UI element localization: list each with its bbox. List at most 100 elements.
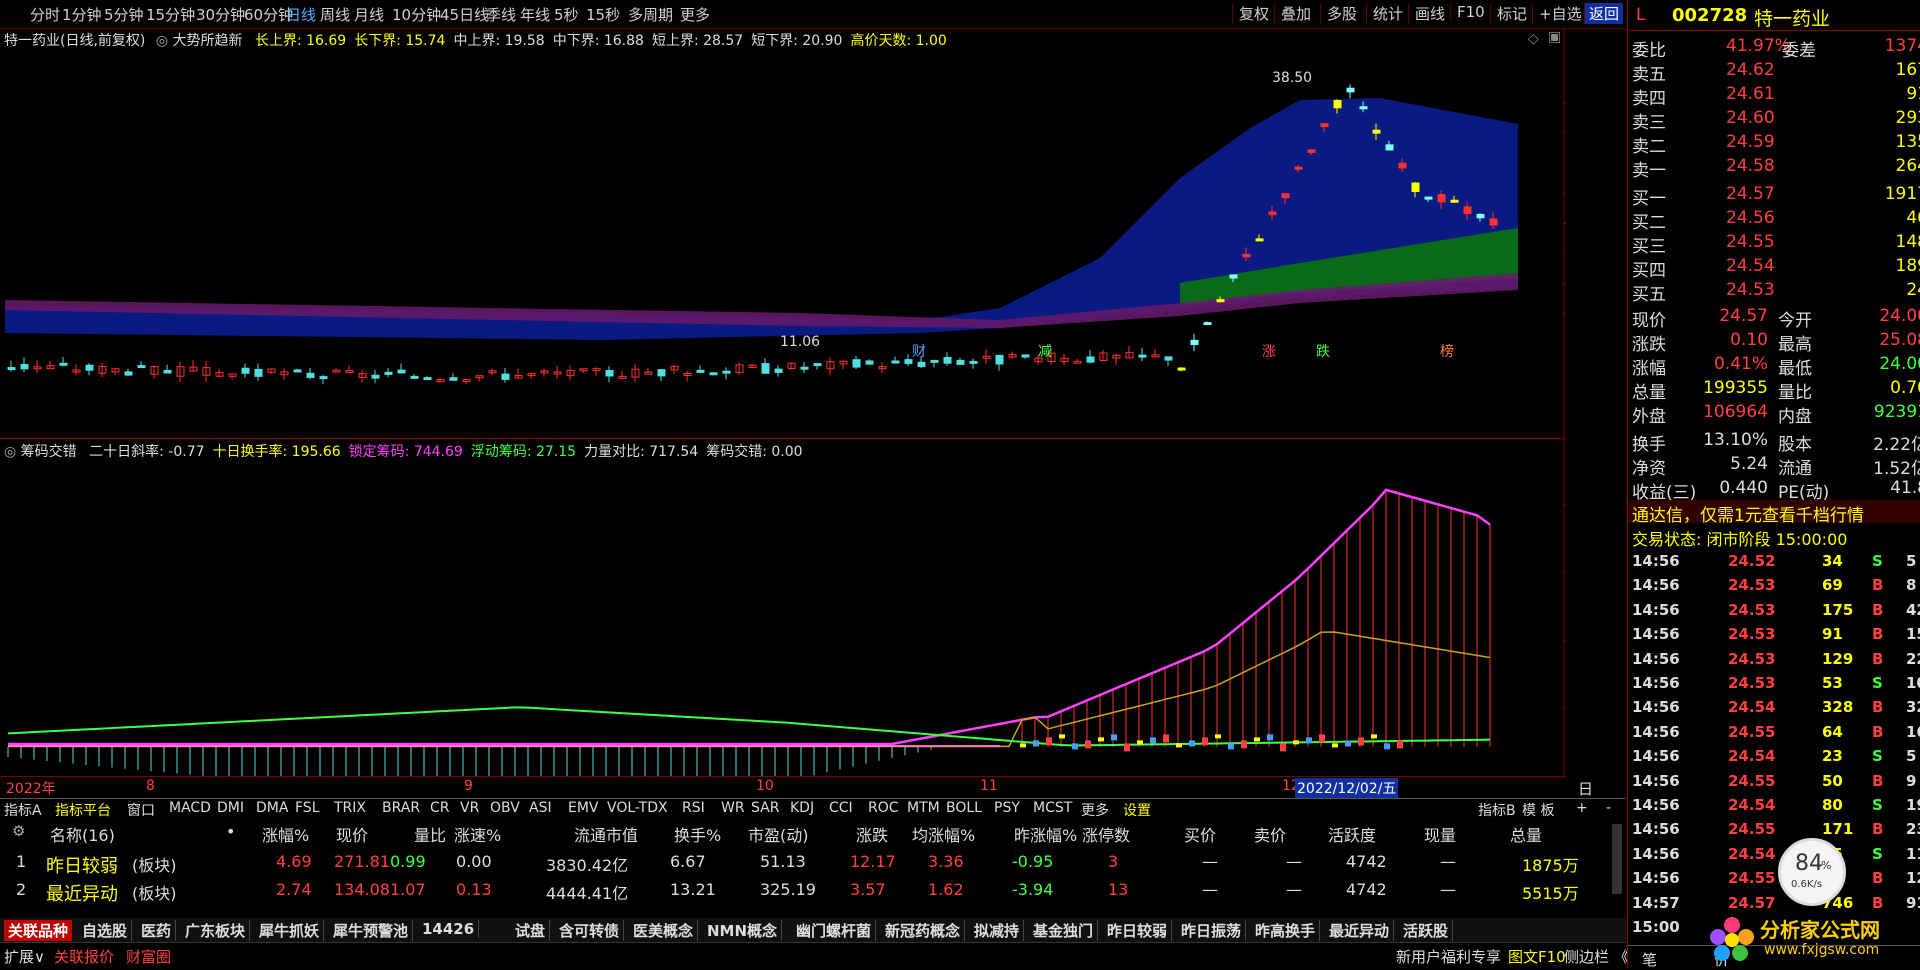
block-tab[interactable]: 医美概念 <box>629 920 699 941</box>
column-header[interactable]: 均涨幅% <box>912 822 975 846</box>
stock-code[interactable]: 002728 <box>1672 5 1747 26</box>
indicator-tab[interactable]: PSY <box>994 800 1020 816</box>
column-header[interactable]: 涨停数 <box>1082 822 1130 846</box>
tool-button-2[interactable]: 多股 <box>1320 3 1357 24</box>
period-8[interactable]: 月线 <box>354 4 384 25</box>
column-header[interactable]: 涨速% <box>454 822 501 846</box>
indicator-tab[interactable]: 指标平台 <box>55 800 111 820</box>
indicator-tab[interactable]: BRAR <box>382 800 420 816</box>
tool-button-7[interactable]: +自选 <box>1532 3 1582 24</box>
block-tab[interactable]: 最近异动 <box>1325 920 1395 941</box>
column-header[interactable]: 现量 <box>1424 822 1456 846</box>
period-16[interactable]: 更多 <box>680 4 710 25</box>
period-7[interactable]: 周线 <box>320 4 350 25</box>
block-tab[interactable]: 昨高换手 <box>1251 920 1321 941</box>
indicator-tab[interactable]: RSI <box>682 800 705 816</box>
bid-level[interactable]: 买三 24.55 148 <box>1632 231 1920 257</box>
indicator-tab[interactable]: WR <box>721 800 745 816</box>
period-1[interactable]: 1分钟 <box>62 4 102 25</box>
status-link[interactable]: 扩展∨ <box>4 946 45 967</box>
period-2[interactable]: 5分钟 <box>104 4 144 25</box>
block-tab[interactable]: 自选股 <box>78 920 133 941</box>
indicator-pane[interactable]: ◎ 筹码交错 二十日斜率: -0.77 十日换手率: 195.66 锁定筹码: 74… <box>0 438 1566 777</box>
indicator-tab[interactable]: VOL-TDX <box>607 800 668 816</box>
block-tab[interactable]: 活跃股 <box>1399 920 1454 941</box>
column-header[interactable]: 买价 <box>1184 822 1216 846</box>
block-tab[interactable]: 幽门螺杆菌 <box>792 920 877 941</box>
indicator-tab[interactable]: EMV <box>568 800 599 816</box>
period-3[interactable]: 15分钟 <box>146 4 195 25</box>
period-10[interactable]: 45日线 <box>440 4 489 25</box>
ask-level[interactable]: 卖三 24.60 293 <box>1632 107 1920 133</box>
indicator-tab[interactable]: MCST <box>1033 800 1072 816</box>
indicator-tab[interactable]: CR <box>430 800 450 816</box>
bid-level[interactable]: 买五 24.53 24 <box>1632 279 1920 305</box>
status-link[interactable]: 财富圈 <box>126 946 171 967</box>
block-tab[interactable]: 14426 <box>418 920 480 938</box>
event-marker[interactable]: 跌 <box>1316 344 1330 360</box>
net-speed-widget[interactable]: 84 % 0.6K/s <box>1778 838 1846 906</box>
tool-button-1[interactable]: 叠加 <box>1274 3 1311 24</box>
indicator-tab-right[interactable]: 模 板 <box>1522 800 1554 820</box>
promo-banner[interactable]: 通达信，仅需1元查看千档行情 <box>1628 500 1920 526</box>
period-12[interactable]: 年线 <box>520 4 550 25</box>
period-13[interactable]: 5秒 <box>554 4 579 25</box>
status-link[interactable]: 图文F10 <box>1508 946 1566 967</box>
indicator-tab[interactable]: MTM <box>907 800 940 816</box>
indicator-tab[interactable]: VR <box>460 800 479 816</box>
block-tab[interactable]: 昨日较弱 <box>1103 920 1173 941</box>
ask-level[interactable]: 卖五 24.62 167 <box>1632 59 1920 85</box>
tool-button-8[interactable]: 返回 <box>1584 3 1624 24</box>
bid-level[interactable]: 买一 24.57 1917 <box>1632 183 1920 209</box>
indicator-tab[interactable]: DMI <box>217 800 244 816</box>
bid-level[interactable]: 买二 24.56 46 <box>1632 207 1920 233</box>
event-marker[interactable]: 财 <box>912 344 926 360</box>
column-header[interactable]: 活跃度 <box>1328 822 1376 846</box>
indicator-tab[interactable]: 更多 <box>1081 800 1109 820</box>
indicator-tab[interactable]: DMA <box>256 800 288 816</box>
indicator-tab[interactable]: KDJ <box>790 800 814 816</box>
block-tab[interactable]: 广东板块 <box>181 920 251 941</box>
event-marker[interactable]: 涨 <box>1262 344 1276 360</box>
stock-name[interactable]: 特一药业 <box>1754 4 1830 31</box>
block-tab[interactable]: NMN概念 <box>703 920 783 941</box>
column-header[interactable]: 涨幅% <box>262 822 309 846</box>
column-header[interactable]: 名称(16) <box>50 822 115 846</box>
period-15[interactable]: 多周期 <box>628 4 673 25</box>
block-tab[interactable]: 医药 <box>137 920 177 941</box>
indicator-tab[interactable]: TRIX <box>334 800 366 816</box>
indicator-tab[interactable]: MACD <box>169 800 211 816</box>
period-4[interactable]: 30分钟 <box>196 4 245 25</box>
column-header[interactable]: 市盈(动) <box>748 822 809 846</box>
block-tab[interactable]: 基金独门 <box>1029 920 1099 941</box>
column-header[interactable]: 换手% <box>674 822 721 846</box>
column-header[interactable]: • <box>226 822 235 841</box>
block-tab[interactable]: 关联品种 <box>4 920 73 941</box>
ask-level[interactable]: 卖一 24.58 264 <box>1632 155 1920 181</box>
status-link[interactable]: 新用户福利专享 <box>1396 946 1501 967</box>
column-header[interactable]: 涨跌 <box>856 822 888 846</box>
bid-level[interactable]: 买四 24.54 189 <box>1632 255 1920 281</box>
indicator-tab[interactable]: OBV <box>490 800 520 816</box>
period-9[interactable]: 10分钟 <box>392 4 441 25</box>
indicator-tab[interactable]: CCI <box>829 800 853 816</box>
period-14[interactable]: 15秒 <box>586 4 620 25</box>
tool-button-6[interactable]: 标记 <box>1490 3 1527 24</box>
indicator-tab[interactable]: 指标A <box>4 800 42 820</box>
period-6[interactable]: 日线 <box>286 4 316 25</box>
period-11[interactable]: 季线 <box>486 4 516 25</box>
indicator-tab[interactable]: SAR <box>751 800 779 816</box>
column-header[interactable]: 卖价 <box>1254 822 1286 846</box>
promo-text[interactable]: 通达信，仅需1元查看千档行情 <box>1632 501 1864 526</box>
indicator-tab-right[interactable]: - <box>1606 800 1611 816</box>
table-row[interactable]: 2 最近异动 (板块) 2.74 134.08 1.07 0.13 4444.41亿 13.21… <box>0 878 1600 905</box>
indicator-tab[interactable]: ASI <box>529 800 552 816</box>
block-tab[interactable]: 犀牛抓妖 <box>255 920 325 941</box>
period-0[interactable]: 分时 <box>30 4 60 25</box>
tool-button-5[interactable]: F10 <box>1450 3 1485 21</box>
block-tab[interactable]: 含可转债 <box>555 920 625 941</box>
indicator-tab-right[interactable]: 指标B <box>1478 800 1516 820</box>
column-header[interactable]: 流通市值 <box>574 822 638 846</box>
block-tab[interactable]: 昨日振荡 <box>1177 920 1247 941</box>
column-header[interactable]: 总量 <box>1510 822 1542 846</box>
